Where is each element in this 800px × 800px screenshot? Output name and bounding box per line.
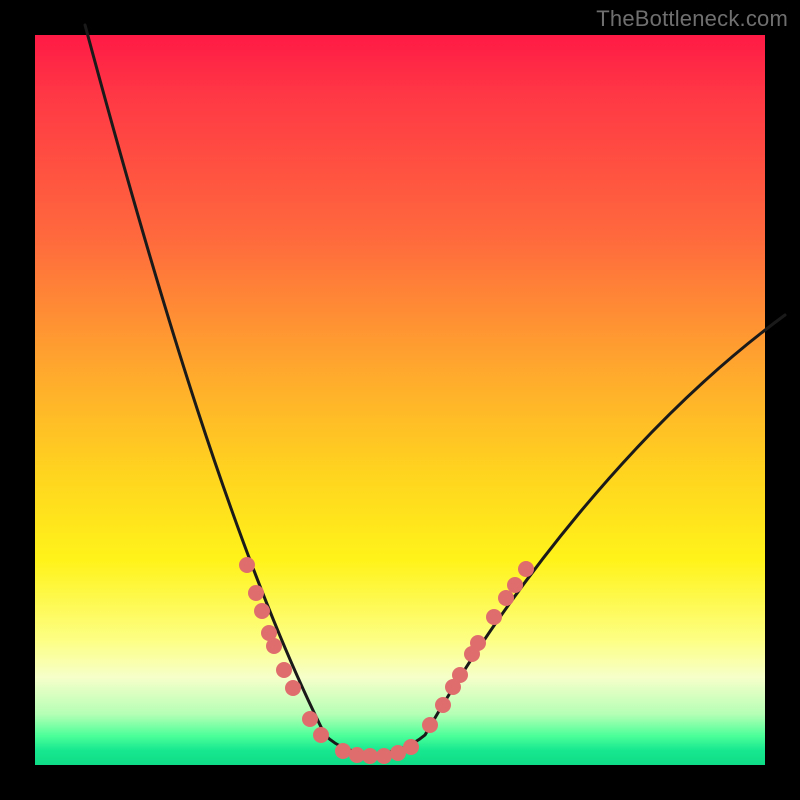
data-dot <box>452 667 468 683</box>
data-dot <box>362 748 378 764</box>
data-dot <box>507 577 523 593</box>
data-dot <box>266 638 282 654</box>
data-dot <box>470 635 486 651</box>
data-dot <box>285 680 301 696</box>
watermark-text: TheBottleneck.com <box>596 6 788 32</box>
chart-stage: TheBottleneck.com <box>0 0 800 800</box>
data-dot <box>239 557 255 573</box>
data-dot <box>335 743 351 759</box>
data-dot <box>435 697 451 713</box>
dots-layer <box>239 557 534 764</box>
data-dot <box>276 662 292 678</box>
data-dot <box>486 609 502 625</box>
data-dot <box>498 590 514 606</box>
data-dot <box>313 727 329 743</box>
data-dot <box>248 585 264 601</box>
data-dot <box>422 717 438 733</box>
plot-area <box>35 35 765 765</box>
bottleneck-curve <box>85 25 785 754</box>
data-dot <box>376 748 392 764</box>
curve-svg <box>35 35 765 765</box>
data-dot <box>518 561 534 577</box>
data-dot <box>302 711 318 727</box>
data-dot <box>403 739 419 755</box>
data-dot <box>254 603 270 619</box>
